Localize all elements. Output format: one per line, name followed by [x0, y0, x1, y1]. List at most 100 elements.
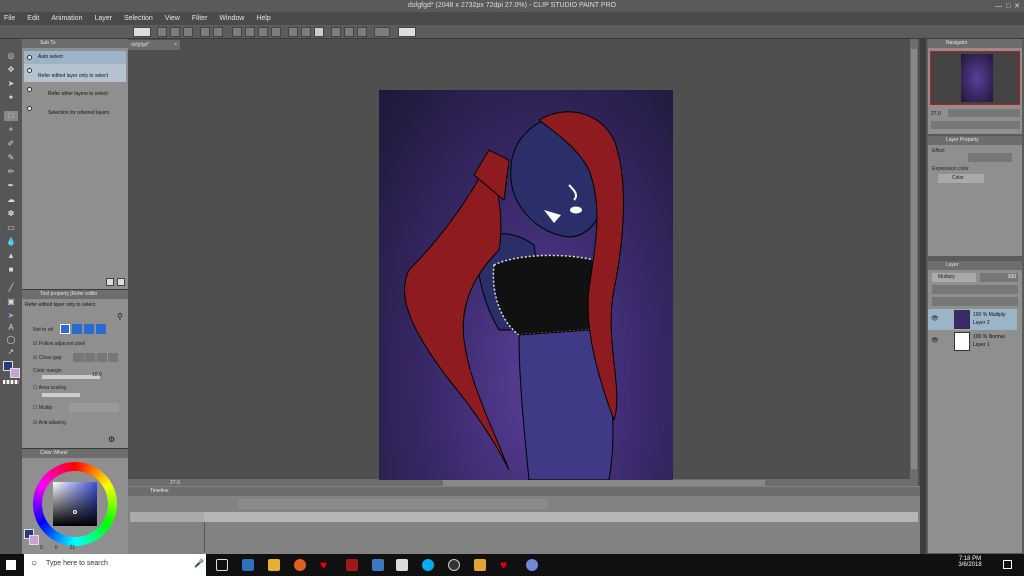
close-gap-levels[interactable] — [73, 353, 118, 362]
timeline-toolbar[interactable] — [238, 499, 548, 509]
selection-tool-icon[interactable]: □ — [4, 111, 18, 121]
transparent-color-swatch[interactable] — [3, 380, 19, 384]
open-icon[interactable] — [170, 27, 180, 37]
area-scaling-checkbox[interactable]: ☐ Area scaling — [33, 385, 66, 391]
new-icon[interactable] — [157, 27, 167, 37]
pen-tool-icon[interactable]: ✎ — [4, 153, 18, 163]
refer-select-icon[interactable] — [96, 324, 106, 334]
subtool-item-selection-referred[interactable]: Selection for referred layers — [24, 102, 126, 120]
sub-color-swatch[interactable] — [29, 535, 39, 545]
clip-studio-taskbar-icon[interactable] — [396, 559, 408, 571]
pencil-tool-icon[interactable]: ✏ — [4, 167, 18, 177]
snap-special-icon[interactable] — [357, 27, 367, 37]
sub-color-swatch[interactable] — [10, 368, 20, 378]
object-tool-icon[interactable]: ➤ — [4, 311, 18, 321]
discord-icon[interactable] — [526, 559, 538, 571]
microphone-icon[interactable]: 🎤 — [194, 559, 204, 568]
menu-edit[interactable]: Edit — [27, 15, 39, 22]
balloon-tool-icon[interactable]: ◯ — [4, 335, 18, 345]
acrobat-icon[interactable] — [346, 559, 358, 571]
anti-aliasing-checkbox[interactable]: ☑ Anti-aliasing — [33, 420, 66, 426]
frame-tool-icon[interactable]: ▣ — [4, 297, 18, 307]
clear-selection-icon[interactable] — [258, 27, 268, 37]
artwork-canvas[interactable] — [379, 90, 673, 480]
menu-view[interactable]: View — [165, 15, 180, 22]
fill-tool-icon[interactable]: ▲ — [4, 251, 18, 261]
eraser-tool-icon[interactable]: ▭ — [4, 223, 18, 233]
move-tool-icon[interactable]: ✥ — [4, 65, 18, 75]
invert-selection-icon[interactable] — [271, 27, 281, 37]
blend-tool-icon[interactable]: 💧 — [4, 237, 18, 247]
magic-wand-tool-icon[interactable]: ✦ — [4, 125, 18, 135]
ruler-icon[interactable] — [288, 27, 298, 37]
snap-ruler-icon[interactable] — [331, 27, 341, 37]
refer-mode-buttons[interactable] — [60, 324, 112, 334]
redo-icon[interactable] — [213, 27, 223, 37]
menu-layer[interactable]: Layer — [94, 15, 112, 22]
subtool-item-auto-select[interactable]: Auto select — [24, 51, 126, 64]
selection-launcher-icon[interactable] — [314, 27, 324, 37]
zoom-tool-icon[interactable]: ◎ — [4, 51, 18, 61]
brush-tool-icon[interactable]: ✒ — [4, 181, 18, 191]
subtool-item-refer-other[interactable]: Refer other layers to select — [24, 83, 126, 101]
multiple-refer-buttons[interactable] — [69, 403, 119, 412]
decoration-tool-icon[interactable]: ✽ — [4, 209, 18, 219]
close-gap-checkbox[interactable]: ☑ Close gap — [33, 355, 61, 361]
menu-window[interactable]: Window — [219, 15, 244, 22]
correct-line-tool-icon[interactable]: ➚ — [4, 347, 18, 357]
refer-all-icon[interactable] — [72, 324, 82, 334]
navigator-zoom-value[interactable]: 27.0 — [931, 111, 941, 117]
auto-select-tool-icon[interactable]: ✦ — [4, 93, 18, 103]
gradient-tool-icon[interactable]: ■ — [4, 265, 18, 275]
navigator-preview[interactable] — [930, 51, 1020, 105]
heart-icon[interactable]: ♥ — [320, 559, 332, 571]
menu-filter[interactable]: Filter — [192, 15, 208, 22]
text-tool-icon[interactable]: A — [4, 323, 18, 333]
steam-icon[interactable] — [448, 559, 460, 571]
settings-icon[interactable]: ⚙ — [108, 436, 116, 444]
window-controls[interactable]: — □ ✕ — [995, 2, 1020, 10]
file-explorer-icon[interactable] — [268, 559, 280, 571]
notifications-icon[interactable] — [1003, 560, 1012, 569]
refer-layer-icon[interactable] — [60, 324, 70, 334]
windows-start-icon[interactable] — [6, 560, 16, 570]
eyedropper-tool-icon[interactable]: ✐ — [4, 139, 18, 149]
operation-tool-icon[interactable]: ➤ — [4, 79, 18, 89]
expression-color-select[interactable]: Color — [938, 174, 984, 183]
undo-icon[interactable] — [200, 27, 210, 37]
help-icon[interactable] — [398, 27, 416, 37]
document-tab[interactable]: dsfgfgd* × — [128, 40, 180, 50]
airbrush-tool-icon[interactable]: ☁ — [4, 195, 18, 205]
layer-toolbar-2[interactable] — [932, 297, 1018, 306]
opacity-slider[interactable]: 100 — [980, 273, 1018, 282]
snap-grid-icon[interactable] — [344, 27, 354, 37]
subtool-item-refer-edited[interactable]: Refer edited layer only to select — [24, 64, 126, 82]
edge-icon[interactable] — [242, 559, 254, 571]
follow-adjacent-checkbox[interactable]: ☑ Follow adjacent pixel — [33, 341, 85, 347]
add-subtool-icon[interactable] — [106, 278, 114, 286]
clip-studio-icon[interactable] — [133, 27, 151, 37]
color-mode-icon[interactable] — [374, 27, 390, 37]
puzzle-icon[interactable] — [474, 559, 486, 571]
layer-row[interactable]: 👁 100 % Multiply Layer 2 — [928, 309, 1017, 330]
taskbar-clock[interactable]: 7:18 PM 3/6/2018 — [950, 556, 990, 568]
pen-app-icon[interactable] — [372, 559, 384, 571]
delete-subtool-icon[interactable] — [117, 278, 125, 286]
color-picker-cursor[interactable] — [73, 510, 77, 514]
menu-help[interactable]: Help — [256, 15, 270, 22]
multiple-refer-checkbox[interactable]: ☐ Multip — [33, 405, 52, 411]
visibility-eye-icon[interactable]: 👁 — [931, 337, 939, 345]
area-scaling-slider[interactable] — [42, 393, 80, 397]
navigator-zoom-controls[interactable] — [948, 109, 1020, 117]
heart-icon[interactable]: ♥ — [500, 559, 512, 571]
effect-buttons[interactable] — [968, 153, 1012, 162]
menu-file[interactable]: File — [4, 15, 15, 22]
task-view-icon[interactable] — [216, 559, 228, 571]
hue-ring[interactable] — [33, 462, 117, 546]
layer-row[interactable]: 👁 100 % Normal Layer 1 — [928, 331, 1017, 352]
blend-mode-select[interactable]: Multiply — [932, 273, 976, 282]
canvas-vertical-scrollbar[interactable] — [910, 39, 918, 487]
visibility-eye-icon[interactable]: 👁 — [931, 315, 939, 323]
saturation-value-square[interactable] — [53, 482, 97, 526]
save-icon[interactable] — [183, 27, 193, 37]
